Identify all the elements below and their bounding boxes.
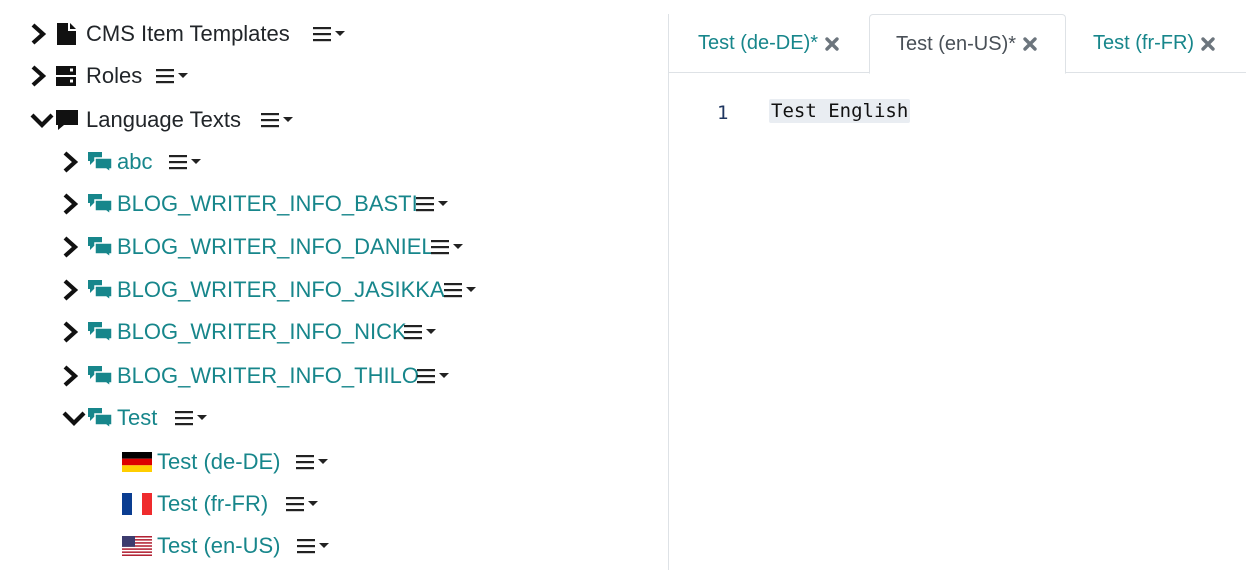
server-icon [55, 56, 77, 96]
tree-node-test-fr-fr[interactable]: Test (fr-FR) [0, 484, 330, 524]
tree-node-label[interactable]: Test (de-DE) [157, 442, 280, 482]
tree-node-blog-writer-info-thilo[interactable]: BLOG_WRITER_INFO_THILO [0, 356, 460, 396]
tree-node-test[interactable]: Test [0, 398, 240, 438]
chevron-right-icon[interactable] [58, 312, 82, 352]
tree-node-blog-writer-info-jasikka[interactable]: BLOG_WRITER_INFO_JASIKKA [0, 270, 490, 310]
tree-node-label[interactable]: Test (fr-FR) [157, 484, 268, 524]
hamburger-menu-icon[interactable] [174, 398, 210, 438]
comments-icon [87, 312, 113, 352]
comments-icon [87, 398, 113, 438]
tree-node-label[interactable]: BLOG_WRITER_INFO_THILO [117, 356, 419, 396]
code-line[interactable]: Test English [769, 99, 911, 123]
flag-france-icon [122, 484, 152, 524]
comments-icon [87, 184, 113, 224]
tree-node-label[interactable]: abc [117, 142, 152, 182]
tree-node-label: CMS Item Templates [86, 21, 290, 46]
tree-node-label[interactable]: BLOG_WRITER_INFO_DANIEL [117, 227, 434, 267]
chevron-down-icon[interactable] [30, 100, 54, 140]
tree-node-blog-writer-info-basti[interactable]: BLOG_WRITER_INFO_BASTI [0, 184, 470, 224]
tree-node-roles[interactable]: Roles [0, 56, 260, 96]
tree-node-test-en-us[interactable]: Test (en-US) [0, 526, 340, 566]
tree-node-label: Roles [86, 63, 143, 88]
tree-node-language-texts[interactable]: Language Texts [0, 100, 360, 140]
tree-node-abc[interactable]: abc [0, 142, 240, 182]
close-icon[interactable] [1200, 36, 1216, 52]
comments-icon [87, 227, 113, 267]
chevron-right-icon[interactable] [26, 14, 50, 54]
tab-test-de-de[interactable]: Test (de-DE)* [669, 14, 869, 73]
hamburger-menu-icon[interactable] [416, 356, 452, 396]
tree-panel: CMS Item Templates Roles Language Texts … [0, 0, 668, 570]
close-icon[interactable] [824, 36, 840, 52]
chevron-right-icon[interactable] [58, 227, 82, 267]
code-editor[interactable]: 1 Test English [669, 74, 1246, 570]
tab-label: Test (en-US)* [896, 32, 1017, 55]
tree-node-blog-writer-info-nick[interactable]: BLOG_WRITER_INFO_NICK [0, 312, 450, 352]
hamburger-menu-icon[interactable] [285, 484, 321, 524]
chevron-right-icon[interactable] [58, 142, 82, 182]
tab-test-fr-fr[interactable]: Test (fr-FR) [1066, 14, 1246, 73]
chevron-right-icon[interactable] [58, 356, 82, 396]
flag-usa-icon [122, 526, 152, 566]
close-icon[interactable] [1022, 36, 1038, 52]
comments-icon [87, 356, 113, 396]
hamburger-menu-icon[interactable] [260, 100, 296, 140]
app-root: CMS Item Templates Roles Language Texts … [0, 0, 1246, 570]
tree-node-label[interactable]: Test [117, 398, 157, 438]
chevron-down-icon[interactable] [62, 398, 86, 438]
tree-node-test-de-de[interactable]: Test (de-DE) [0, 442, 340, 482]
hamburger-menu-icon[interactable] [168, 142, 204, 182]
tree-node-label[interactable]: BLOG_WRITER_INFO_JASIKKA [117, 270, 445, 310]
hamburger-menu-icon[interactable] [295, 442, 331, 482]
flag-germany-icon [122, 442, 152, 482]
chevron-right-icon[interactable] [58, 270, 82, 310]
tab-label: Test (de-DE)* [698, 32, 819, 54]
tree-node-label[interactable]: BLOG_WRITER_INFO_NICK [117, 312, 407, 352]
hamburger-menu-icon[interactable] [415, 184, 451, 224]
comments-icon [87, 270, 113, 310]
chevron-right-icon[interactable] [58, 184, 82, 224]
file-icon [55, 14, 77, 54]
hamburger-menu-icon[interactable] [430, 227, 466, 267]
tree-node-label: Language Texts [86, 107, 241, 132]
tree-node-cms-item-templates[interactable]: CMS Item Templates [0, 14, 420, 54]
tab-test-en-us[interactable]: Test (en-US)* [869, 14, 1066, 74]
chevron-right-icon[interactable] [26, 56, 50, 96]
editor-tab-bar: Test (de-DE)* Test (en-US)* Test (fr-FR) [669, 14, 1246, 74]
tree-node-label[interactable]: BLOG_WRITER_INFO_BASTI [117, 184, 418, 224]
line-number: 1 [717, 102, 729, 124]
tab-label: Test (fr-FR) [1093, 32, 1195, 54]
hamburger-menu-icon[interactable] [443, 270, 479, 310]
tree-node-blog-writer-info-daniel[interactable]: BLOG_WRITER_INFO_DANIEL [0, 227, 480, 267]
hamburger-menu-icon[interactable] [403, 312, 439, 352]
hamburger-menu-icon[interactable] [312, 14, 348, 54]
tree-node-label[interactable]: Test (en-US) [157, 526, 280, 566]
hamburger-menu-icon[interactable] [155, 56, 191, 96]
hamburger-menu-icon[interactable] [296, 526, 332, 566]
comment-icon [55, 100, 79, 140]
comments-icon [87, 142, 113, 182]
